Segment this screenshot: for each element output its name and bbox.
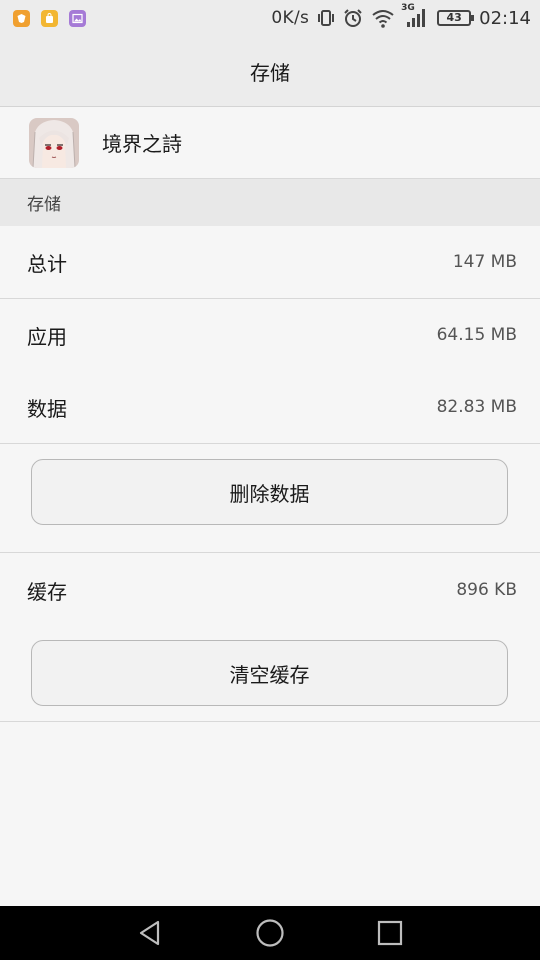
back-icon	[139, 920, 160, 946]
app-size-value: 64.15 MB	[436, 325, 517, 345]
gallery-app-icon	[69, 9, 86, 27]
anime-character-avatar	[29, 117, 79, 168]
divider	[0, 721, 540, 722]
total-value: 147 MB	[452, 252, 517, 272]
data-size-label: 数据	[27, 396, 67, 421]
title-bar: 存储	[0, 36, 540, 107]
clear-data-button[interactable]: 删除数据	[31, 459, 508, 525]
data-size-row: 数据 82.83 MB	[0, 371, 540, 443]
app-info-row: 境界之詩	[0, 107, 540, 179]
wifi-icon	[372, 10, 394, 28]
battery-indicator: 43	[437, 10, 475, 26]
app-size-label: 应用	[27, 324, 67, 349]
app-name: 境界之詩	[102, 132, 182, 156]
network-type-label: 3G	[401, 3, 415, 13]
section-header-storage: 存储	[0, 179, 540, 226]
alarm-icon	[344, 9, 362, 27]
divider	[0, 552, 540, 553]
recent-apps-button[interactable]	[360, 906, 420, 960]
navigation-bar	[0, 906, 540, 960]
cache-value: 896 KB	[456, 580, 517, 600]
clear-cache-button[interactable]: 清空缓存	[31, 640, 508, 706]
store-app-icon	[41, 9, 58, 27]
vibrate-icon	[318, 10, 335, 26]
total-label: 总计	[27, 251, 67, 276]
divider	[0, 443, 540, 444]
home-icon	[256, 919, 284, 947]
page-title: 存储	[250, 60, 290, 85]
app-icon	[29, 117, 79, 168]
data-size-value: 82.83 MB	[436, 397, 517, 417]
total-row: 总计 147 MB	[0, 226, 540, 298]
cache-label: 缓存	[27, 579, 67, 604]
cell-signal-icon: 3G	[401, 3, 429, 29]
section-title: 存储	[27, 195, 61, 215]
cache-row: 缓存 896 KB	[0, 554, 540, 626]
shield-app-icon	[13, 9, 30, 27]
recent-apps-icon	[377, 920, 403, 946]
app-size-row: 应用 64.15 MB	[0, 299, 540, 371]
status-clock: 02:14	[479, 7, 531, 29]
home-button[interactable]	[240, 906, 300, 960]
network-speed: 0K/s	[271, 8, 310, 28]
status-bar: 0K/s 3G 43 02:14	[0, 0, 540, 36]
battery-level: 43	[446, 11, 462, 24]
notification-icons	[13, 9, 86, 27]
back-button[interactable]	[120, 906, 180, 960]
